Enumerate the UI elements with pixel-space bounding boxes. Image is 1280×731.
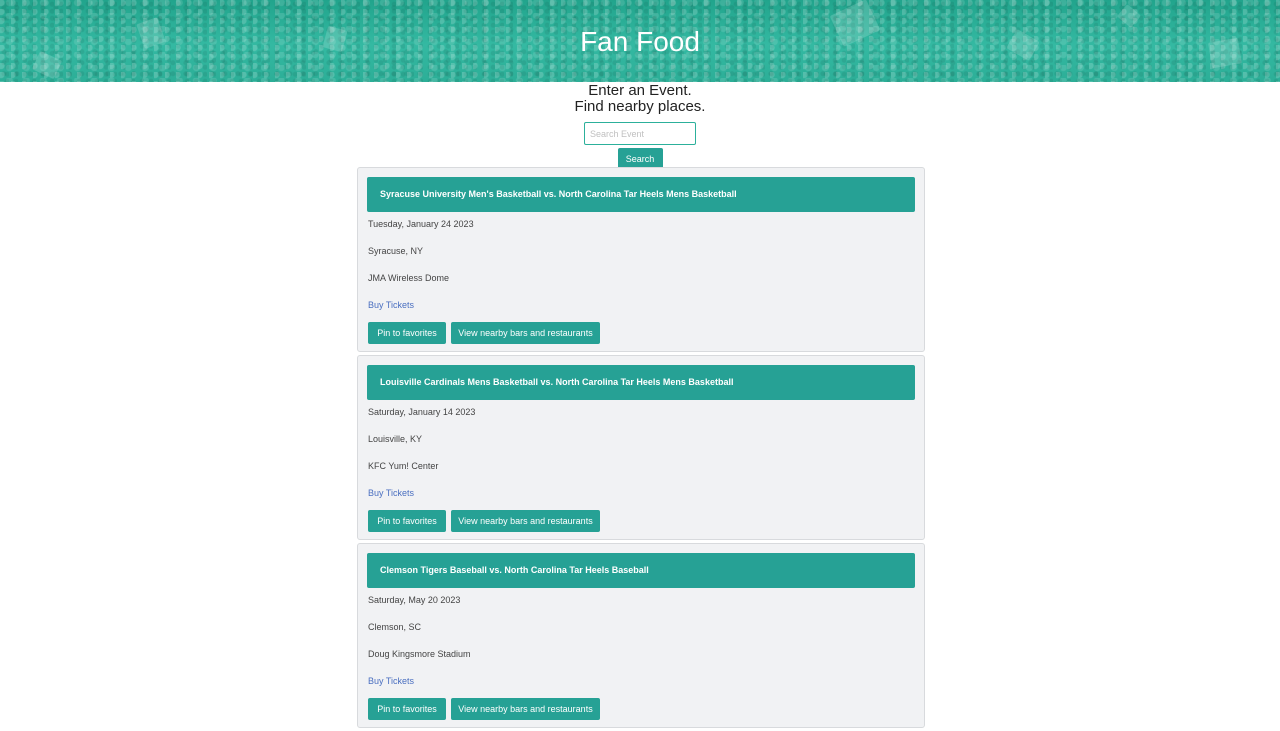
search-input[interactable] — [584, 122, 696, 145]
event-card: Syracuse University Men's Basketball vs.… — [357, 167, 925, 352]
event-card: Louisville Cardinals Mens Basketball vs.… — [357, 355, 925, 540]
event-title: Clemson Tigers Baseball vs. North Caroli… — [367, 553, 915, 588]
page-title: Fan Food — [580, 26, 700, 57]
event-location: Syracuse, NY — [368, 246, 424, 256]
search-section: Enter an Event. Find nearby places. Sear… — [0, 83, 1280, 170]
event-actions: Pin to favorites View nearby bars and res… — [368, 510, 600, 532]
event-title: Louisville Cardinals Mens Basketball vs.… — [367, 365, 915, 400]
pin-to-favorites-button[interactable]: Pin to favorites — [368, 322, 446, 344]
event-card: Clemson Tigers Baseball vs. North Caroli… — [357, 543, 925, 728]
event-list: Syracuse University Men's Basketball vs.… — [357, 167, 925, 731]
event-date: Saturday, January 14 2023 — [368, 407, 476, 417]
buy-tickets-link[interactable]: Buy Tickets — [368, 676, 414, 686]
view-nearby-button[interactable]: View nearby bars and restaurants — [451, 510, 600, 532]
intro-line-1: Enter an Event. — [588, 82, 692, 99]
event-venue: JMA Wireless Dome — [368, 273, 450, 283]
view-nearby-button[interactable]: View nearby bars and restaurants — [451, 698, 600, 720]
intro-line-2: Find nearby places. — [574, 98, 706, 115]
event-date: Saturday, May 20 2023 — [368, 595, 461, 605]
event-actions: Pin to favorites View nearby bars and res… — [368, 698, 600, 720]
event-venue: Doug Kingsmore Stadium — [368, 649, 471, 659]
event-location: Louisville, KY — [368, 434, 423, 444]
event-title: Syracuse University Men's Basketball vs.… — [367, 177, 915, 212]
event-location: Clemson, SC — [368, 622, 422, 632]
hero-banner: Fan Food — [0, 0, 1280, 82]
event-venue: KFC Yum! Center — [368, 461, 439, 471]
view-nearby-button[interactable]: View nearby bars and restaurants — [451, 322, 600, 344]
event-actions: Pin to favorites View nearby bars and res… — [368, 322, 600, 344]
buy-tickets-link[interactable]: Buy Tickets — [368, 488, 414, 498]
pin-to-favorites-button[interactable]: Pin to favorites — [368, 698, 446, 720]
buy-tickets-link[interactable]: Buy Tickets — [368, 300, 414, 310]
event-date: Tuesday, January 24 2023 — [368, 219, 474, 229]
pin-to-favorites-button[interactable]: Pin to favorites — [368, 510, 446, 532]
